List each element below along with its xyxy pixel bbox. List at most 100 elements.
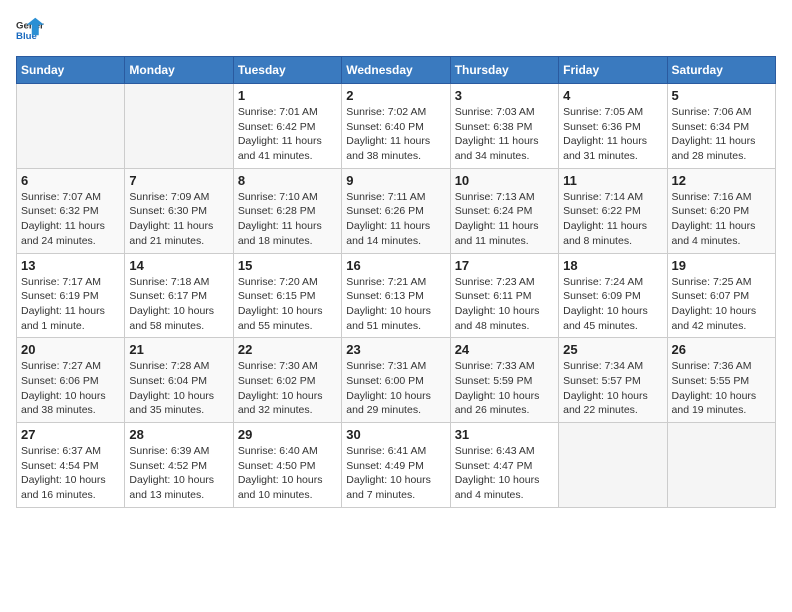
- weekday-header-friday: Friday: [559, 57, 667, 84]
- day-info: Sunrise: 7:21 AM Sunset: 6:13 PM Dayligh…: [346, 275, 445, 334]
- day-info: Sunrise: 7:33 AM Sunset: 5:59 PM Dayligh…: [455, 359, 554, 418]
- day-number: 10: [455, 173, 554, 188]
- calendar-cell: 13Sunrise: 7:17 AM Sunset: 6:19 PM Dayli…: [17, 253, 125, 338]
- day-info: Sunrise: 6:37 AM Sunset: 4:54 PM Dayligh…: [21, 444, 120, 503]
- calendar-cell: 10 Sunrise: 7:13 AM Sunset: 6:24 PM Dayli…: [450, 168, 558, 253]
- weekday-header-row: SundayMondayTuesdayWednesdayThursdayFrid…: [17, 57, 776, 84]
- weekday-header-sunday: Sunday: [17, 57, 125, 84]
- day-number: 18: [563, 258, 662, 273]
- calendar-cell: 5 Sunrise: 7:06 AM Sunset: 6:34 PM Daylig…: [667, 84, 775, 169]
- day-number: 19: [672, 258, 771, 273]
- calendar-cell: 1 Sunrise: 7:01 AM Sunset: 6:42 PM Daylig…: [233, 84, 341, 169]
- calendar-cell: 8 Sunrise: 7:10 AM Sunset: 6:28 PM Daylig…: [233, 168, 341, 253]
- calendar-cell: 17 Sunrise: 7:23 AM Sunset: 6:11 PM Dayli…: [450, 253, 558, 338]
- calendar-week-4: 20Sunrise: 7:27 AM Sunset: 6:06 PM Dayli…: [17, 338, 776, 423]
- day-number: 21: [129, 342, 228, 357]
- calendar-cell: 18 Sunrise: 7:24 AM Sunset: 6:09 PM Dayli…: [559, 253, 667, 338]
- calendar-cell: 21 Sunrise: 7:28 AM Sunset: 6:04 PM Dayli…: [125, 338, 233, 423]
- calendar-cell: 23 Sunrise: 7:31 AM Sunset: 6:00 PM Dayli…: [342, 338, 450, 423]
- day-number: 11: [563, 173, 662, 188]
- weekday-header-wednesday: Wednesday: [342, 57, 450, 84]
- day-info: Sunrise: 7:31 AM Sunset: 6:00 PM Dayligh…: [346, 359, 445, 418]
- day-number: 27: [21, 427, 120, 442]
- day-info: Sunrise: 6:43 AM Sunset: 4:47 PM Dayligh…: [455, 444, 554, 503]
- day-info: Sunrise: 7:11 AM Sunset: 6:26 PM Dayligh…: [346, 190, 445, 249]
- calendar-cell: 2 Sunrise: 7:02 AM Sunset: 6:40 PM Daylig…: [342, 84, 450, 169]
- day-number: 13: [21, 258, 120, 273]
- calendar-cell: [667, 423, 775, 508]
- logo-icon: General Blue: [16, 16, 44, 44]
- day-info: Sunrise: 7:03 AM Sunset: 6:38 PM Dayligh…: [455, 105, 554, 164]
- weekday-header-saturday: Saturday: [667, 57, 775, 84]
- header: General Blue: [16, 16, 776, 44]
- day-number: 28: [129, 427, 228, 442]
- day-number: 16: [346, 258, 445, 273]
- calendar-cell: 31 Sunrise: 6:43 AM Sunset: 4:47 PM Dayli…: [450, 423, 558, 508]
- calendar-body: 1 Sunrise: 7:01 AM Sunset: 6:42 PM Daylig…: [17, 84, 776, 508]
- day-info: Sunrise: 7:36 AM Sunset: 5:55 PM Dayligh…: [672, 359, 771, 418]
- day-info: Sunrise: 7:02 AM Sunset: 6:40 PM Dayligh…: [346, 105, 445, 164]
- day-number: 2: [346, 88, 445, 103]
- calendar-week-2: 6Sunrise: 7:07 AM Sunset: 6:32 PM Daylig…: [17, 168, 776, 253]
- calendar: SundayMondayTuesdayWednesdayThursdayFrid…: [16, 56, 776, 508]
- calendar-cell: 19 Sunrise: 7:25 AM Sunset: 6:07 PM Dayli…: [667, 253, 775, 338]
- day-info: Sunrise: 7:06 AM Sunset: 6:34 PM Dayligh…: [672, 105, 771, 164]
- calendar-cell: 11 Sunrise: 7:14 AM Sunset: 6:22 PM Dayli…: [559, 168, 667, 253]
- calendar-cell: [17, 84, 125, 169]
- day-number: 25: [563, 342, 662, 357]
- day-number: 1: [238, 88, 337, 103]
- day-info: Sunrise: 7:24 AM Sunset: 6:09 PM Dayligh…: [563, 275, 662, 334]
- day-info: Sunrise: 6:41 AM Sunset: 4:49 PM Dayligh…: [346, 444, 445, 503]
- day-info: Sunrise: 7:01 AM Sunset: 6:42 PM Dayligh…: [238, 105, 337, 164]
- day-info: Sunrise: 7:18 AM Sunset: 6:17 PM Dayligh…: [129, 275, 228, 334]
- calendar-cell: 25Sunrise: 7:34 AM Sunset: 5:57 PM Dayli…: [559, 338, 667, 423]
- day-number: 7: [129, 173, 228, 188]
- day-number: 6: [21, 173, 120, 188]
- calendar-week-5: 27 Sunrise: 6:37 AM Sunset: 4:54 PM Dayli…: [17, 423, 776, 508]
- day-number: 14: [129, 258, 228, 273]
- calendar-cell: 22Sunrise: 7:30 AM Sunset: 6:02 PM Dayli…: [233, 338, 341, 423]
- calendar-cell: 16 Sunrise: 7:21 AM Sunset: 6:13 PM Dayli…: [342, 253, 450, 338]
- calendar-cell: 29 Sunrise: 6:40 AM Sunset: 4:50 PM Dayli…: [233, 423, 341, 508]
- calendar-cell: 14 Sunrise: 7:18 AM Sunset: 6:17 PM Dayli…: [125, 253, 233, 338]
- day-info: Sunrise: 7:25 AM Sunset: 6:07 PM Dayligh…: [672, 275, 771, 334]
- day-number: 30: [346, 427, 445, 442]
- day-number: 5: [672, 88, 771, 103]
- calendar-cell: [125, 84, 233, 169]
- day-info: Sunrise: 6:39 AM Sunset: 4:52 PM Dayligh…: [129, 444, 228, 503]
- calendar-cell: 28 Sunrise: 6:39 AM Sunset: 4:52 PM Dayli…: [125, 423, 233, 508]
- day-info: Sunrise: 7:16 AM Sunset: 6:20 PM Dayligh…: [672, 190, 771, 249]
- day-number: 4: [563, 88, 662, 103]
- calendar-cell: 7 Sunrise: 7:09 AM Sunset: 6:30 PM Daylig…: [125, 168, 233, 253]
- day-number: 31: [455, 427, 554, 442]
- day-info: Sunrise: 7:14 AM Sunset: 6:22 PM Dayligh…: [563, 190, 662, 249]
- day-info: Sunrise: 6:40 AM Sunset: 4:50 PM Dayligh…: [238, 444, 337, 503]
- day-number: 29: [238, 427, 337, 442]
- calendar-cell: 4Sunrise: 7:05 AM Sunset: 6:36 PM Daylig…: [559, 84, 667, 169]
- calendar-cell: 9Sunrise: 7:11 AM Sunset: 6:26 PM Daylig…: [342, 168, 450, 253]
- calendar-cell: 12Sunrise: 7:16 AM Sunset: 6:20 PM Dayli…: [667, 168, 775, 253]
- calendar-cell: 24 Sunrise: 7:33 AM Sunset: 5:59 PM Dayli…: [450, 338, 558, 423]
- day-number: 8: [238, 173, 337, 188]
- calendar-cell: 20Sunrise: 7:27 AM Sunset: 6:06 PM Dayli…: [17, 338, 125, 423]
- calendar-week-3: 13Sunrise: 7:17 AM Sunset: 6:19 PM Dayli…: [17, 253, 776, 338]
- day-info: Sunrise: 7:13 AM Sunset: 6:24 PM Dayligh…: [455, 190, 554, 249]
- day-info: Sunrise: 7:23 AM Sunset: 6:11 PM Dayligh…: [455, 275, 554, 334]
- day-number: 17: [455, 258, 554, 273]
- calendar-week-1: 1 Sunrise: 7:01 AM Sunset: 6:42 PM Daylig…: [17, 84, 776, 169]
- day-number: 15: [238, 258, 337, 273]
- calendar-cell: 15Sunrise: 7:20 AM Sunset: 6:15 PM Dayli…: [233, 253, 341, 338]
- calendar-header: SundayMondayTuesdayWednesdayThursdayFrid…: [17, 57, 776, 84]
- calendar-cell: 26Sunrise: 7:36 AM Sunset: 5:55 PM Dayli…: [667, 338, 775, 423]
- calendar-cell: 6Sunrise: 7:07 AM Sunset: 6:32 PM Daylig…: [17, 168, 125, 253]
- day-number: 23: [346, 342, 445, 357]
- logo: General Blue: [16, 16, 48, 44]
- weekday-header-tuesday: Tuesday: [233, 57, 341, 84]
- weekday-header-thursday: Thursday: [450, 57, 558, 84]
- day-number: 3: [455, 88, 554, 103]
- day-info: Sunrise: 7:28 AM Sunset: 6:04 PM Dayligh…: [129, 359, 228, 418]
- day-info: Sunrise: 7:09 AM Sunset: 6:30 PM Dayligh…: [129, 190, 228, 249]
- calendar-cell: 3 Sunrise: 7:03 AM Sunset: 6:38 PM Daylig…: [450, 84, 558, 169]
- day-number: 24: [455, 342, 554, 357]
- day-info: Sunrise: 7:10 AM Sunset: 6:28 PM Dayligh…: [238, 190, 337, 249]
